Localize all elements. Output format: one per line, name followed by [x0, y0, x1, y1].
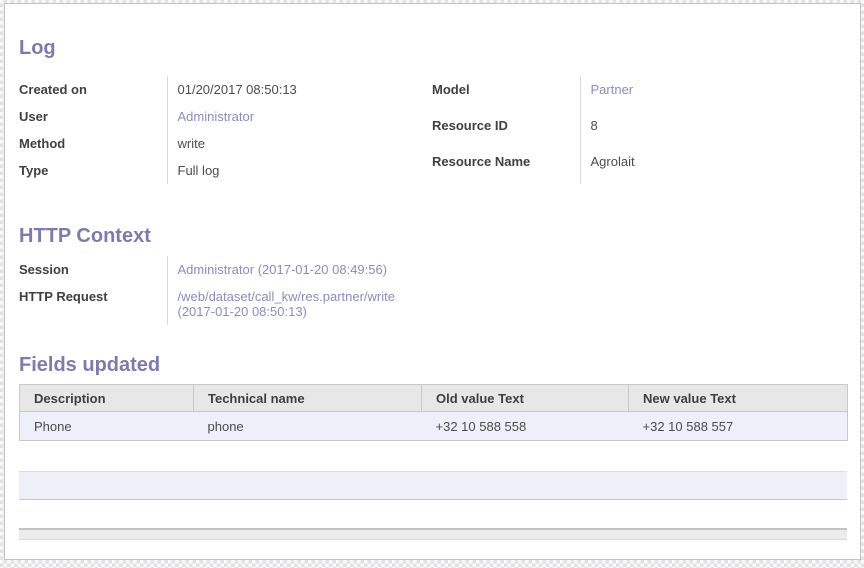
field-row-model: Model Partner [432, 76, 845, 112]
log-section-heading: Log [19, 36, 846, 60]
user-link[interactable]: Administrator [178, 109, 255, 124]
table-row-phone[interactable]: Phone phone +32 10 588 558 +32 10 588 55… [20, 412, 848, 441]
field-label-type: Type [19, 157, 167, 184]
log-fields-left: Created on 01/20/2017 08:50:13 User Admi… [19, 76, 432, 184]
column-header-new-value[interactable]: New value Text [629, 385, 848, 412]
field-row-session: Session Administrator (2017-01-20 08:49:… [19, 256, 432, 283]
log-fields-right: Model Partner Resource ID 8 Resource Nam… [432, 76, 845, 184]
field-value-created-on: 01/20/2017 08:50:13 [167, 76, 432, 103]
field-value-session: Administrator (2017-01-20 08:49:56) [167, 256, 432, 283]
log-form-page: Log Created on 01/20/2017 08:50:13 User … [4, 3, 861, 560]
table-header-row: Description Technical name Old value Tex… [20, 385, 848, 412]
field-label-user: User [19, 103, 167, 130]
field-label-model: Model [432, 76, 580, 112]
empty-list-row [19, 471, 847, 500]
field-label-method: Method [19, 130, 167, 157]
field-value-model: Partner [580, 76, 845, 112]
field-label-session: Session [19, 256, 167, 283]
field-row-user: User Administrator [19, 103, 432, 130]
field-value-type: Full log [167, 157, 432, 184]
column-header-technical-name[interactable]: Technical name [194, 385, 422, 412]
field-row-created-on: Created on 01/20/2017 08:50:13 [19, 76, 432, 103]
field-value-user: Administrator [167, 103, 432, 130]
field-label-resource-name: Resource Name [432, 148, 580, 184]
field-value-resource-id: 8 [580, 112, 845, 148]
field-row-type: Type Full log [19, 157, 432, 184]
field-row-method: Method write [19, 130, 432, 157]
column-header-old-value[interactable]: Old value Text [422, 385, 629, 412]
field-row-http-request: HTTP Request /web/dataset/call_kw/res.pa… [19, 283, 432, 325]
field-label-resource-id: Resource ID [432, 112, 580, 148]
field-value-method: write [167, 130, 432, 157]
field-value-http-request: /web/dataset/call_kw/res.partner/write (… [167, 283, 432, 325]
horizontal-scrollbar[interactable] [19, 528, 847, 540]
http-context-fields: Session Administrator (2017-01-20 08:49:… [19, 256, 432, 325]
field-row-resource-id: Resource ID 8 [432, 112, 845, 148]
field-label-created-on: Created on [19, 76, 167, 103]
cell-description: Phone [20, 412, 194, 441]
column-header-description[interactable]: Description [20, 385, 194, 412]
http-context-section-heading: HTTP Context [19, 224, 846, 248]
log-field-groups: Created on 01/20/2017 08:50:13 User Admi… [19, 76, 846, 184]
session-link[interactable]: Administrator (2017-01-20 08:49:56) [178, 262, 388, 277]
field-label-http-request: HTTP Request [19, 283, 167, 325]
cell-new-value: +32 10 588 557 [629, 412, 848, 441]
field-value-resource-name: Agrolait [580, 148, 845, 184]
fields-updated-table: Description Technical name Old value Tex… [19, 384, 848, 441]
field-row-resource-name: Resource Name Agrolait [432, 148, 845, 184]
http-request-link[interactable]: /web/dataset/call_kw/res.partner/write (… [178, 289, 395, 319]
cell-technical-name: phone [194, 412, 422, 441]
model-link[interactable]: Partner [591, 82, 634, 97]
fields-updated-section-heading: Fields updated [19, 353, 846, 377]
cell-old-value: +32 10 588 558 [422, 412, 629, 441]
